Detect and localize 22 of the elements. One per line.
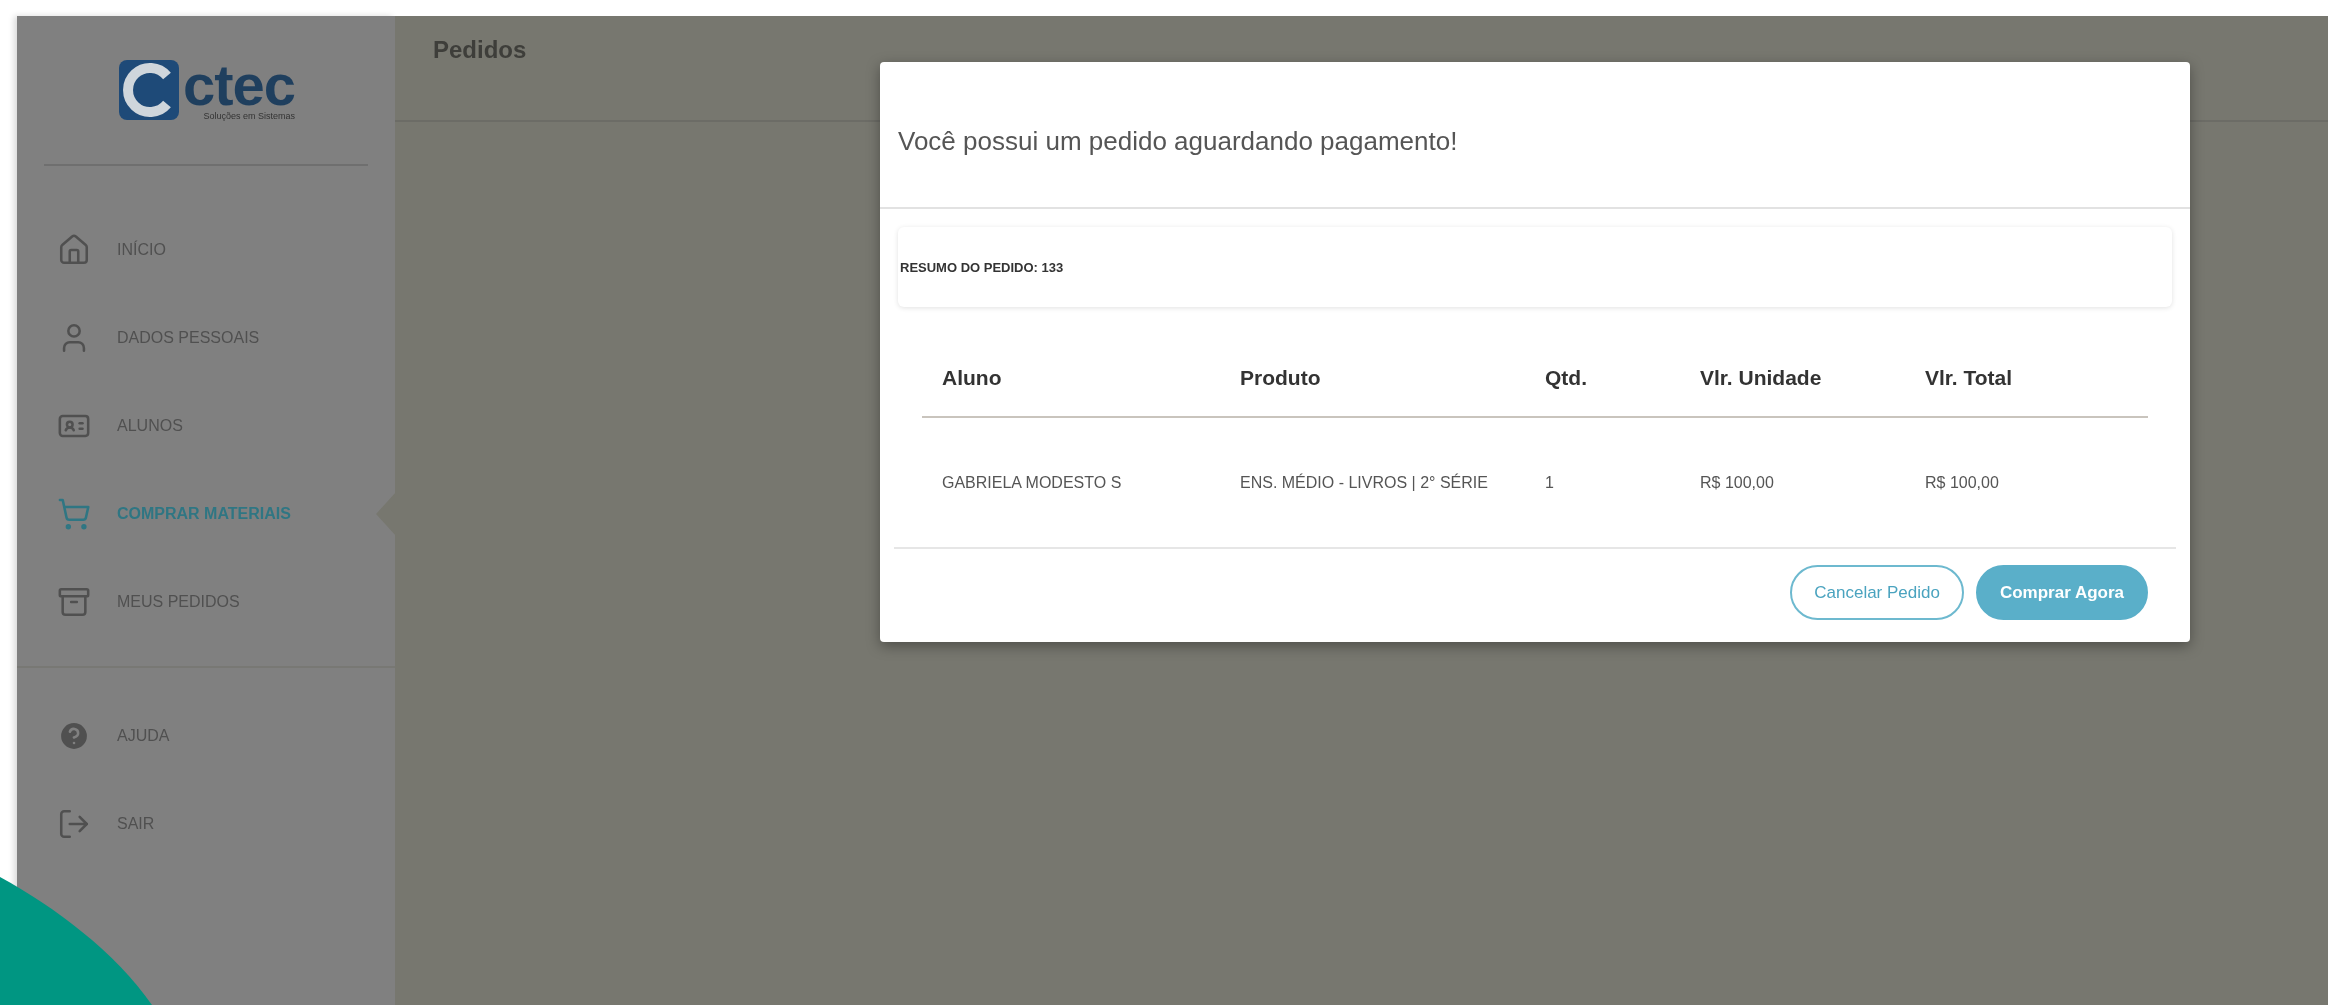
buy-now-button[interactable]: Comprar Agora bbox=[1975, 565, 2148, 620]
column-header: Vlr. Unidade bbox=[1680, 339, 1905, 417]
logout-icon bbox=[57, 807, 91, 841]
column-header: Qtd. bbox=[1525, 339, 1680, 417]
table-cell: ENS. MÉDIO - LIVROS | 2° SÉRIE bbox=[1220, 417, 1525, 547]
page-title: Pedidos bbox=[433, 36, 527, 63]
logo-tagline: Soluções em Sistemas bbox=[203, 111, 296, 122]
column-header: Vlr. Total bbox=[1905, 339, 2148, 417]
logo-icon bbox=[116, 58, 181, 122]
column-header: Aluno bbox=[922, 339, 1220, 417]
order-summary-card: RESUMO DO PEDIDO: 133 bbox=[898, 227, 2172, 307]
table-cell: R$ 100,00 bbox=[1680, 417, 1905, 547]
modal-title: Você possui um pedido aguardando pagamento! bbox=[898, 125, 1458, 157]
table-cell: GABRIELA MODESTO S bbox=[922, 417, 1220, 547]
cancel-order-button[interactable]: Cancelar Pedido bbox=[1790, 565, 1964, 620]
archive-icon bbox=[57, 585, 91, 619]
home-icon bbox=[57, 233, 91, 267]
table-cell: 1 bbox=[1525, 417, 1680, 547]
table-cell: R$ 100,00 bbox=[1905, 417, 2148, 547]
logo-text: ctec bbox=[182, 58, 296, 112]
cart-icon bbox=[57, 497, 91, 531]
column-header: Produto bbox=[1220, 339, 1525, 417]
